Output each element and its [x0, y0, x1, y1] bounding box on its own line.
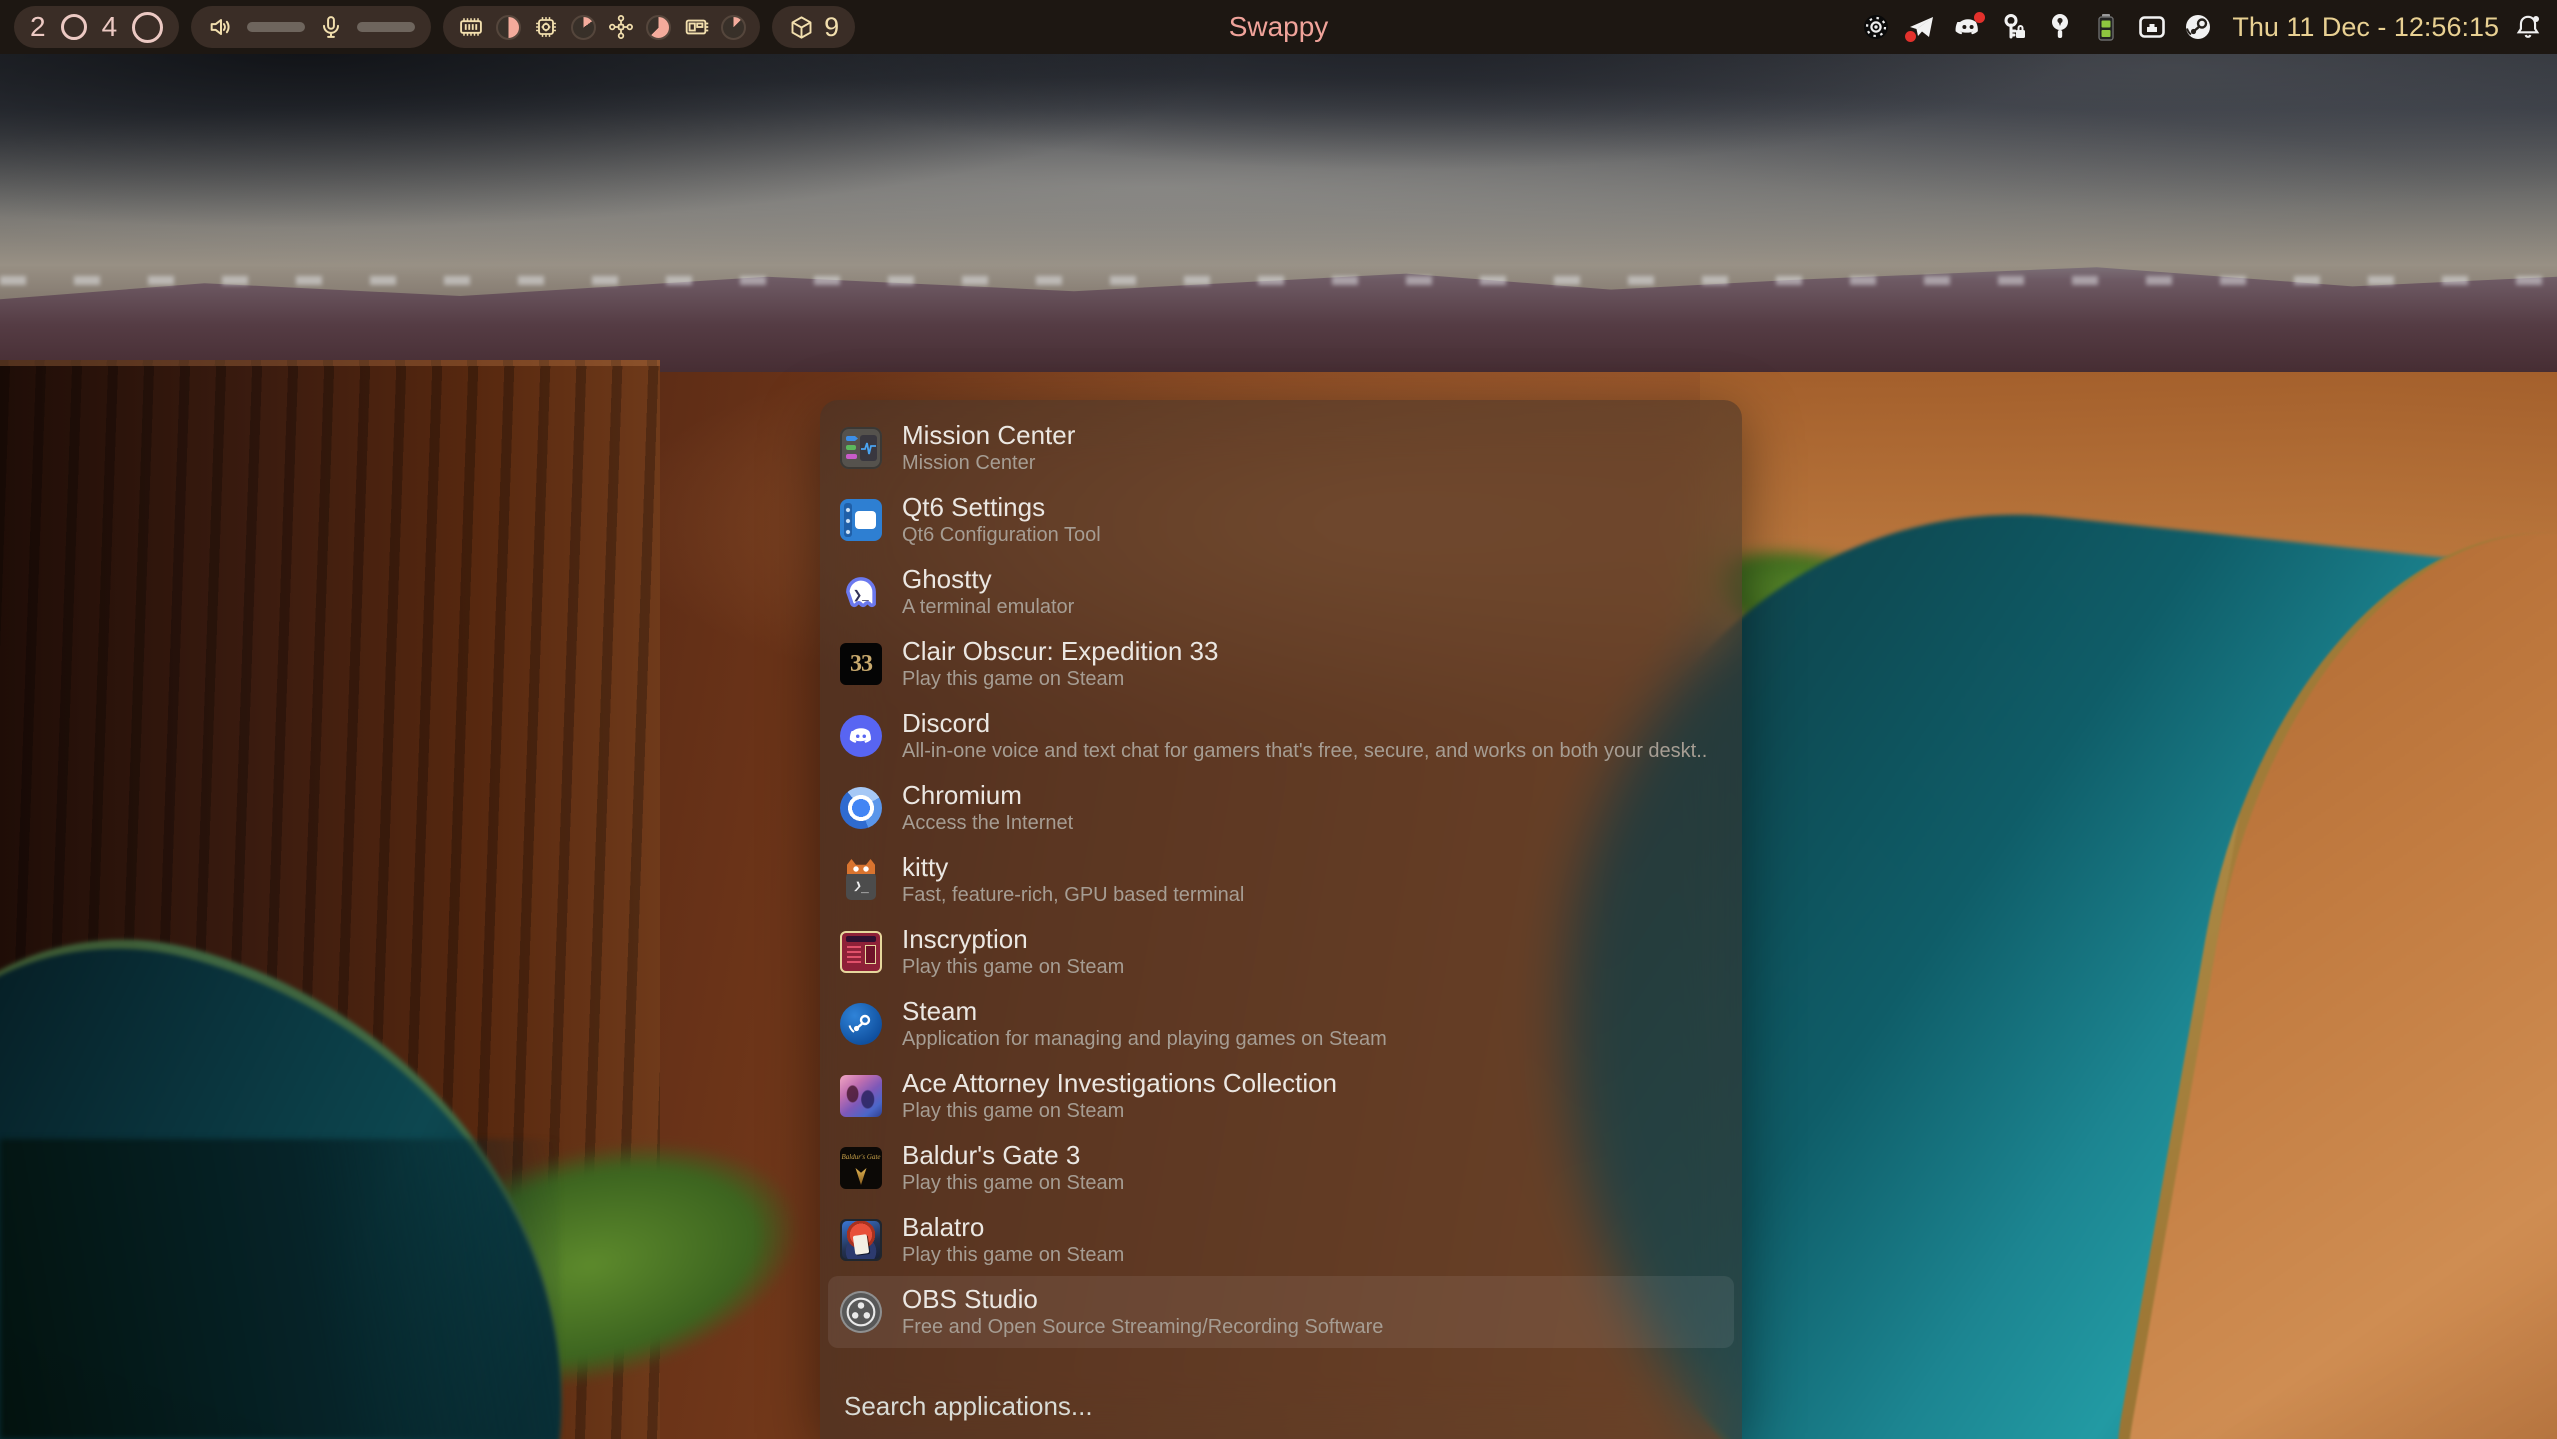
app-name: Qt6 Settings	[902, 492, 1101, 523]
app-description: Access the Internet	[902, 811, 1073, 836]
workspace-2-label[interactable]: 2	[30, 11, 46, 43]
network-tray-icon[interactable]	[2136, 11, 2168, 43]
clock[interactable]: Thu 11 Dec - 12:56:15	[2232, 12, 2499, 43]
app-row-obs-studio[interactable]: OBS StudioFree and Open Source Streaming…	[828, 1276, 1734, 1348]
app-description: A terminal emulator	[902, 595, 1074, 620]
clair-33-glyph: 33	[850, 651, 872, 678]
audio-controls	[191, 6, 431, 48]
package-icon	[788, 14, 815, 41]
window-title: Swappy	[1229, 0, 1329, 54]
app-row-steam[interactable]: SteamApplication for managing and playin…	[828, 988, 1734, 1060]
app-row-baldurs-gate-3[interactable]: Baldur's Gate Baldur's Gate 3Play this g…	[828, 1132, 1734, 1204]
app-name: Mission Center	[902, 420, 1075, 451]
app-name: Ace Attorney Investigations Collection	[902, 1068, 1337, 1099]
usage-gauge-4	[721, 15, 746, 40]
app-name: kitty	[902, 852, 1244, 883]
updates-count: 9	[824, 12, 839, 43]
inscryption-icon	[840, 931, 882, 973]
app-description: Qt6 Configuration Tool	[902, 523, 1101, 548]
top-bar-left: 2 4	[14, 6, 855, 48]
kitty-icon: ❯_	[840, 859, 882, 901]
app-name: Clair Obscur: Expedition 33	[902, 636, 1218, 667]
discord-icon	[840, 715, 882, 757]
speaker-icon[interactable]	[207, 13, 235, 41]
bg3-logo-text: Baldur's Gate	[840, 1153, 882, 1161]
app-row-chromium[interactable]: ChromiumAccess the Internet	[828, 772, 1734, 844]
app-name: Balatro	[902, 1212, 1124, 1243]
app-row-mission-center[interactable]: Mission CenterMission Center	[828, 412, 1734, 484]
usage-gauge-2	[571, 15, 596, 40]
app-description: Application for managing and playing gam…	[902, 1027, 1387, 1052]
app-description: Play this game on Steam	[902, 1243, 1124, 1268]
usage-gauge-3	[646, 15, 671, 40]
app-row-ace-attorney[interactable]: Ace Attorney Investigations CollectionPl…	[828, 1060, 1734, 1132]
usage-gauge-1	[496, 15, 521, 40]
ghostty-prompt-glyph: ❯_	[853, 589, 870, 601]
app-row-kitty[interactable]: ❯_ kittyFast, feature-rich, GPU based te…	[828, 844, 1734, 916]
app-description: Mission Center	[902, 451, 1075, 476]
mission-center-icon	[840, 427, 882, 469]
app-name: OBS Studio	[902, 1284, 1383, 1315]
balatro-icon	[840, 1219, 882, 1261]
app-row-balatro[interactable]: BalatroPlay this game on Steam	[828, 1204, 1734, 1276]
top-bar-right: Thu 11 Dec - 12:56:15	[1860, 11, 2543, 43]
steam-icon	[840, 1003, 882, 1045]
kitty-prompt-glyph: ❯_	[853, 879, 869, 894]
cpu-icon	[532, 13, 560, 41]
workspace-dot-active[interactable]	[132, 12, 163, 43]
app-name: Inscryption	[902, 924, 1124, 955]
qt6-settings-icon	[840, 499, 882, 541]
battery-tray-icon[interactable]	[2090, 11, 2122, 43]
ace-attorney-icon	[840, 1075, 882, 1117]
clair-obscur-icon: 33	[840, 643, 882, 685]
app-description: Free and Open Source Streaming/Recording…	[902, 1315, 1383, 1340]
workspace-dot[interactable]	[61, 14, 87, 40]
desktop: 2 4	[0, 0, 2557, 1439]
notification-bell-icon[interactable]	[2513, 12, 2543, 42]
discord-tray-icon[interactable]	[1952, 11, 1984, 43]
app-row-discord[interactable]: DiscordAll-in-one voice and text chat fo…	[828, 700, 1734, 772]
updates-indicator[interactable]: 9	[772, 6, 855, 48]
microphone-icon[interactable]	[317, 13, 345, 41]
workspaces-indicator[interactable]: 2 4	[14, 6, 179, 48]
app-launcher: Mission CenterMission Center Qt6 Setting…	[820, 400, 1742, 1439]
key-tray-icon[interactable]	[1998, 11, 2030, 43]
app-name: Chromium	[902, 780, 1073, 811]
steam-tray-icon[interactable]	[2182, 11, 2214, 43]
app-description: Play this game on Steam	[902, 667, 1218, 692]
app-name: Discord	[902, 708, 1707, 739]
top-bar: 2 4	[0, 0, 2557, 54]
ghostty-icon: ❯_	[840, 571, 882, 613]
app-name: Steam	[902, 996, 1387, 1027]
system-monitor	[443, 6, 760, 48]
steelseries-tray-icon[interactable]	[1860, 11, 1892, 43]
memory-icon	[457, 13, 485, 41]
app-description: Play this game on Steam	[902, 1099, 1337, 1124]
app-description: Play this game on Steam	[902, 1171, 1124, 1196]
telegram-tray-icon[interactable]	[1906, 11, 1938, 43]
app-row-ghostty[interactable]: ❯_ GhosttyA terminal emulator	[828, 556, 1734, 628]
gpu-circuit-icon	[607, 13, 635, 41]
chromium-icon	[840, 787, 882, 829]
app-row-clair-obscur[interactable]: 33 Clair Obscur: Expedition 33Play this …	[828, 628, 1734, 700]
app-list: Mission CenterMission Center Qt6 Setting…	[820, 412, 1742, 1348]
app-name: Ghostty	[902, 564, 1074, 595]
app-description: All-in-one voice and text chat for gamer…	[902, 739, 1707, 764]
app-name: Baldur's Gate 3	[902, 1140, 1124, 1171]
app-description: Play this game on Steam	[902, 955, 1124, 980]
app-row-inscryption[interactable]: InscryptionPlay this game on Steam	[828, 916, 1734, 988]
ram-icon	[682, 13, 710, 41]
volume-slider[interactable]	[247, 22, 305, 32]
obs-studio-icon	[840, 1291, 882, 1333]
search-input[interactable]	[842, 1390, 1716, 1423]
workspace-4-label[interactable]: 4	[102, 11, 118, 43]
baldurs-gate-icon: Baldur's Gate	[840, 1147, 882, 1189]
app-row-qt6-settings[interactable]: Qt6 SettingsQt6 Configuration Tool	[828, 484, 1734, 556]
keyhole-tray-icon[interactable]	[2044, 11, 2076, 43]
app-description: Fast, feature-rich, GPU based terminal	[902, 883, 1244, 908]
mic-slider[interactable]	[357, 22, 415, 32]
